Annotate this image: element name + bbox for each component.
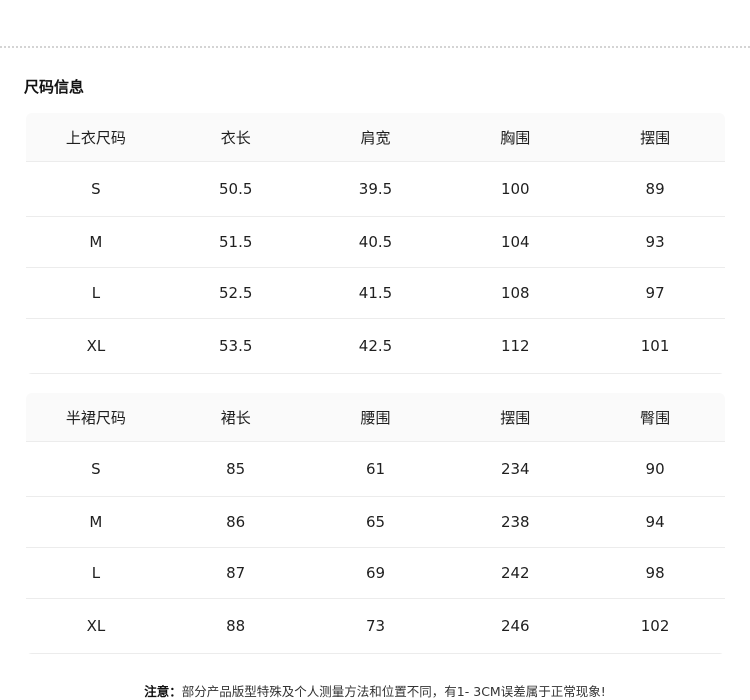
table-cell: 51.5	[218, 233, 253, 251]
table-cell: 52.5	[218, 284, 253, 302]
table-cell: 112	[500, 337, 530, 355]
table-cell: 238	[500, 513, 530, 531]
table-cell: 86	[226, 513, 246, 531]
table-cell: 234	[500, 460, 530, 478]
table-row: M 51.5 40.5 104 93	[26, 216, 725, 268]
table-cell: 69	[365, 564, 386, 582]
table-cell: S	[91, 180, 101, 198]
table-cell: 104	[500, 233, 530, 251]
column-header: 半裙尺码	[65, 408, 126, 427]
table-cell: 42.5	[358, 337, 393, 355]
table-row: XL 88 73 246 102	[26, 598, 725, 654]
column-header: 裙长	[220, 408, 251, 427]
dotted-divider	[0, 46, 750, 48]
table-cell: 108	[500, 284, 530, 302]
column-header: 臀围	[640, 408, 671, 427]
column-header: 上衣尺码	[65, 128, 126, 147]
note-label: 注意：	[144, 684, 182, 699]
table-cell: 39.5	[358, 180, 393, 198]
table-row: L 52.5 41.5 108 97	[26, 267, 725, 319]
column-header: 胸围	[500, 128, 531, 147]
column-header: 腰围	[360, 408, 391, 427]
table-cell: L	[91, 564, 101, 582]
table-row: L 87 69 242 98	[26, 547, 725, 599]
top-size-table: 上衣尺码 衣长 肩宽 胸围 摆围 S 50.5 39.5 100 89 M 51…	[26, 113, 725, 374]
column-header: 肩宽	[360, 128, 391, 147]
table-row: M 86 65 238 94	[26, 496, 725, 548]
table-row: S 85 61 234 90	[26, 441, 725, 497]
table-cell: 90	[645, 460, 665, 478]
table-cell: 53.5	[218, 337, 253, 355]
skirt-size-table: 半裙尺码 裙长 腰围 摆围 臀围 S 85 61 234 90 M 86 65 …	[26, 393, 725, 654]
table-cell: 40.5	[358, 233, 393, 251]
table-cell: S	[91, 460, 101, 478]
table-cell: 50.5	[218, 180, 253, 198]
note-text: 部分产品版型特殊及个人测量方法和位置不同，有1- 3CM误差属于正常现象!	[181, 684, 606, 699]
table-cell: M	[89, 233, 103, 251]
table-cell: 88	[226, 617, 246, 635]
section-title: 尺码信息	[24, 78, 85, 96]
measurement-note: 注意：部分产品版型特殊及个人测量方法和位置不同，有1- 3CM误差属于正常现象!	[0, 681, 750, 700]
table-cell: 98	[645, 564, 665, 582]
column-header: 摆围	[640, 128, 671, 147]
table-cell: 100	[500, 180, 530, 198]
column-header: 摆围	[500, 408, 531, 427]
table-cell: 61	[365, 460, 386, 478]
table-cell: L	[91, 284, 101, 302]
table-cell: 102	[640, 617, 670, 635]
table-cell: 65	[365, 513, 386, 531]
table-cell: XL	[86, 337, 106, 355]
table-cell: 101	[640, 337, 670, 355]
table-cell: 41.5	[358, 284, 393, 302]
table-cell: 87	[226, 564, 246, 582]
table-header-row: 上衣尺码 衣长 肩宽 胸围 摆围	[26, 113, 725, 162]
column-header: 衣长	[220, 128, 251, 147]
table-row: XL 53.5 42.5 112 101	[26, 318, 725, 374]
table-cell: 246	[500, 617, 530, 635]
table-row: S 50.5 39.5 100 89	[26, 161, 725, 217]
table-cell: M	[89, 513, 103, 531]
table-cell: 85	[226, 460, 246, 478]
table-cell: 94	[645, 513, 665, 531]
table-cell: 73	[365, 617, 386, 635]
table-cell: 89	[645, 180, 665, 198]
table-header-row: 半裙尺码 裙长 腰围 摆围 臀围	[26, 393, 725, 442]
table-cell: XL	[86, 617, 106, 635]
table-cell: 242	[500, 564, 530, 582]
table-cell: 97	[645, 284, 665, 302]
table-cell: 93	[645, 233, 665, 251]
